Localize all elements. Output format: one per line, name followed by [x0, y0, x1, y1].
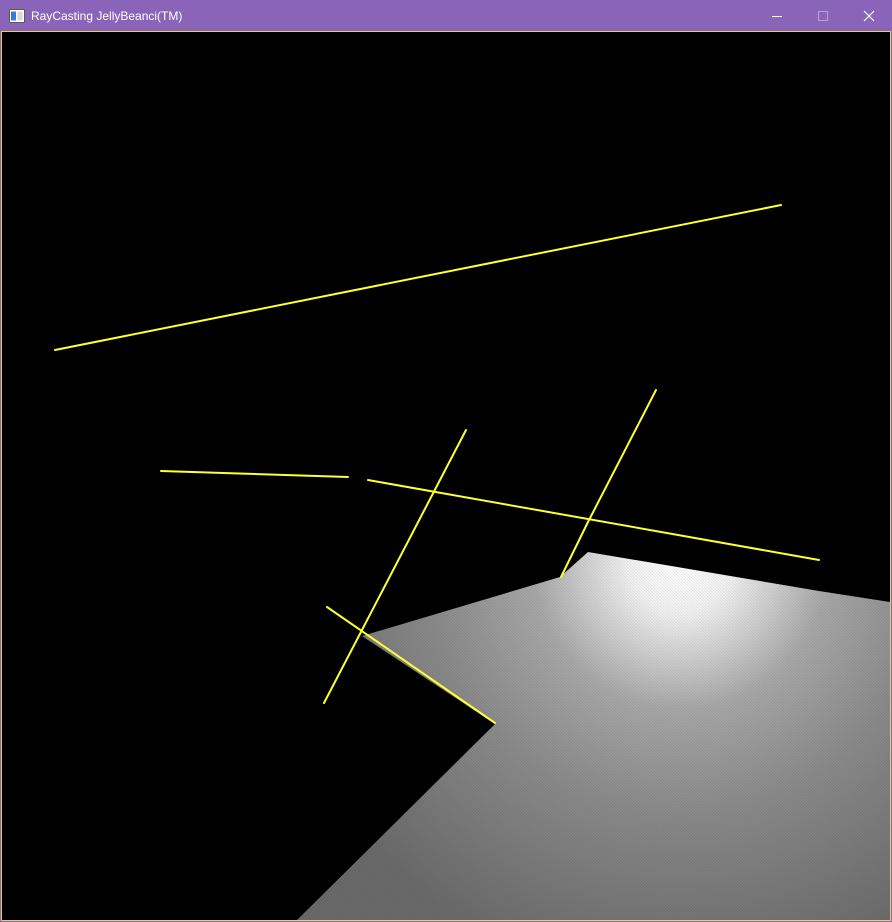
render-canvas[interactable] [1, 31, 891, 921]
maximize-icon [818, 11, 828, 21]
wall [160, 470, 349, 478]
wall [54, 204, 782, 351]
close-button[interactable] [846, 1, 892, 31]
wall [367, 479, 820, 561]
minimize-button[interactable] [754, 1, 800, 31]
window-title: RayCasting JellyBeanci(TM) [31, 9, 183, 23]
minimize-icon [772, 16, 782, 17]
title-bar[interactable]: RayCasting JellyBeanci(TM) [1, 1, 891, 31]
close-icon [863, 10, 875, 22]
light-area-texture [297, 552, 890, 920]
wall [587, 389, 657, 523]
maximize-button[interactable] [800, 1, 846, 31]
app-icon [9, 9, 25, 23]
app-window: RayCasting JellyBeanci(TM) [0, 0, 892, 922]
scene-svg [54, 204, 890, 920]
